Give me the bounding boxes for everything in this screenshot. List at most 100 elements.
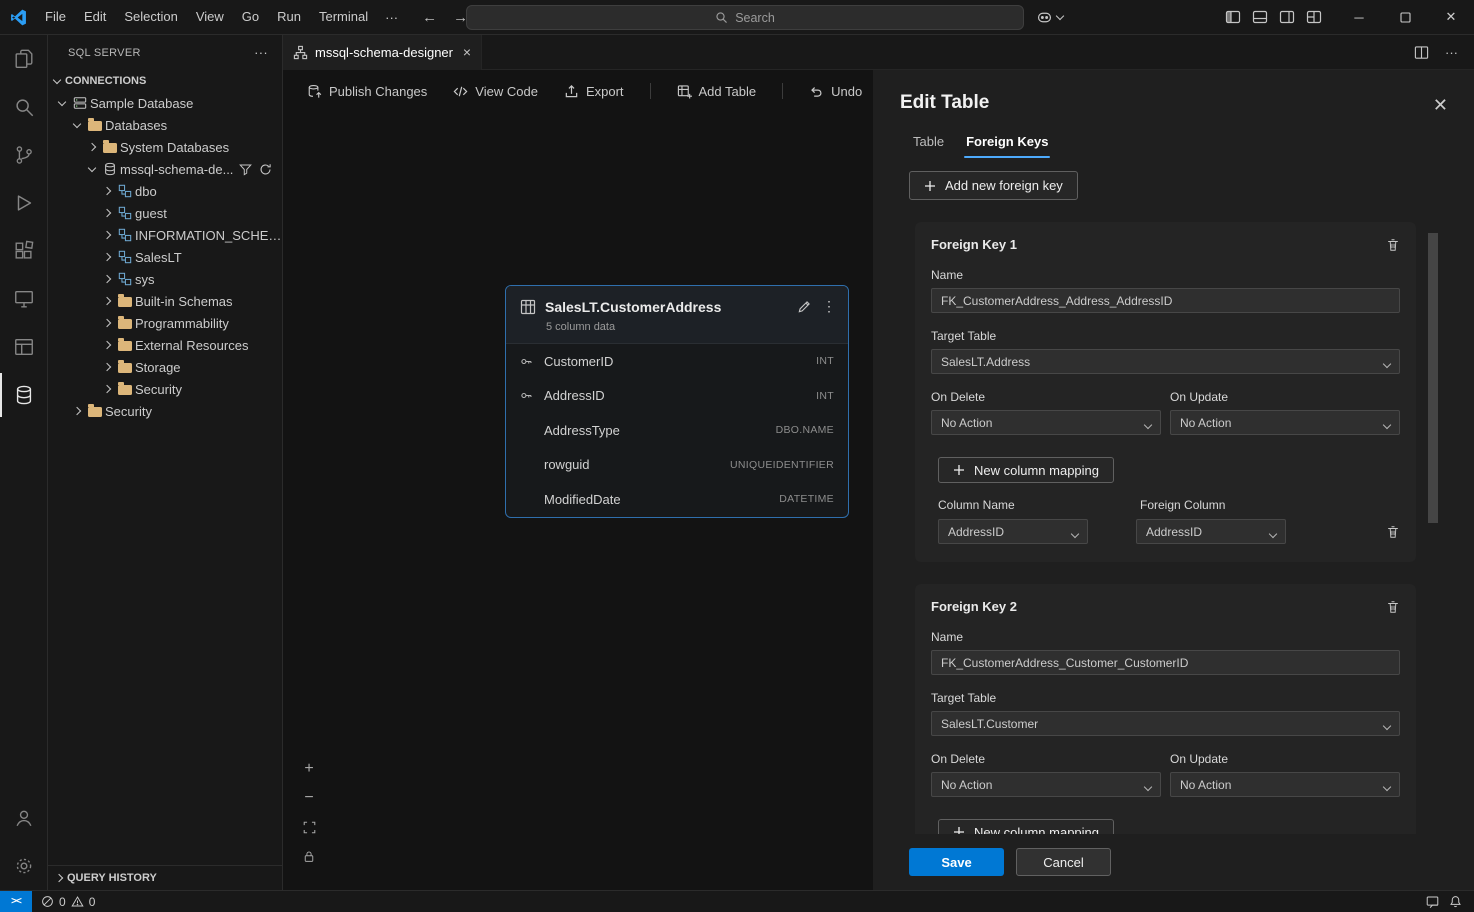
edit-pencil-icon[interactable] <box>797 299 812 314</box>
notifications-bell-icon[interactable] <box>1449 895 1462 908</box>
table-kebab-menu-icon[interactable]: ⋮ <box>822 298 836 315</box>
lock-button[interactable] <box>301 848 317 864</box>
server-icon <box>70 96 90 110</box>
tree-item-programmability[interactable]: Programmability <box>48 312 282 334</box>
toggle-secondary-sidebar-icon[interactable] <box>1279 9 1295 25</box>
editor-feedback-icon[interactable] <box>1426 895 1439 908</box>
tree-item-sample-database[interactable]: Sample Database <box>48 92 282 114</box>
foreign-key-name-input[interactable] <box>931 650 1400 675</box>
sql-projects-icon[interactable] <box>0 323 48 371</box>
search-input[interactable]: Search <box>466 5 1024 30</box>
new-column-mapping-button[interactable]: New column mapping <box>938 819 1114 834</box>
toolbar-add-table-button[interactable]: Add Table <box>677 84 757 99</box>
table-card-header[interactable]: SalesLT.CustomerAddress ⋮ 5 column data <box>506 286 848 344</box>
tree-item-built-in-schemas[interactable]: Built-in Schemas <box>48 290 282 312</box>
folder-icon <box>100 141 120 153</box>
zoom-out-button[interactable]: − <box>301 790 317 806</box>
explorer-icon[interactable] <box>0 35 48 83</box>
on-update-select[interactable]: No Action <box>1170 410 1400 435</box>
search-view-icon[interactable] <box>0 83 48 131</box>
column-row-modifieddate[interactable]: ModifiedDateDATETIME <box>506 482 848 517</box>
foreign-key-name-input[interactable] <box>931 288 1400 313</box>
add-new-foreign-key-button[interactable]: Add new foreign key <box>909 171 1078 200</box>
close-panel-icon[interactable]: ✕ <box>1433 96 1448 114</box>
target-table-select[interactable]: SalesLT.Customer <box>931 711 1400 736</box>
cancel-button[interactable]: Cancel <box>1016 848 1111 876</box>
close-tab-icon[interactable]: × <box>463 44 471 60</box>
new-column-mapping-button[interactable]: New column mapping <box>938 457 1114 483</box>
account-icon[interactable] <box>0 794 48 842</box>
menu-file[interactable]: File <box>36 4 75 30</box>
filter-icon[interactable] <box>239 163 252 176</box>
menu-edit[interactable]: Edit <box>75 4 115 30</box>
tab-mssql-schema-designer[interactable]: mssql-schema-designer × <box>283 35 482 70</box>
close-window-button[interactable]: ✕ <box>1428 0 1474 34</box>
maximize-button[interactable] <box>1382 0 1428 34</box>
column-row-customerid[interactable]: CustomerIDINT <box>506 344 848 379</box>
query-history-section-header[interactable]: QUERY HISTORY <box>48 865 282 890</box>
tree-item-system-databases[interactable]: System Databases <box>48 136 282 158</box>
toolbar-undo-button[interactable]: Undo <box>809 84 862 99</box>
on-delete-select[interactable]: No Action <box>931 410 1161 435</box>
fit-view-button[interactable] <box>301 819 317 835</box>
menubar-overflow[interactable]: ··· <box>377 10 406 25</box>
tree-item-sys[interactable]: sys <box>48 268 282 290</box>
table-card-customeraddress[interactable]: SalesLT.CustomerAddress ⋮ 5 column data … <box>505 285 849 518</box>
tree-item-security[interactable]: Security <box>48 378 282 400</box>
editor-more-actions[interactable]: ··· <box>1445 45 1458 60</box>
tree-item-guest[interactable]: guest <box>48 202 282 224</box>
on-delete-select[interactable]: No Action <box>931 772 1161 797</box>
remote-explorer-icon[interactable] <box>0 275 48 323</box>
menu-terminal[interactable]: Terminal <box>310 4 377 30</box>
tree-item-external-resources[interactable]: External Resources <box>48 334 282 356</box>
minimize-button[interactable]: ─ <box>1336 0 1382 34</box>
tree-item-dbo[interactable]: dbo <box>48 180 282 202</box>
customize-layout-icon[interactable] <box>1306 9 1322 25</box>
toolbar-export-button[interactable]: Export <box>564 84 624 99</box>
settings-gear-icon[interactable] <box>0 842 48 890</box>
panel-tab-foreign-keys[interactable]: Foreign Keys <box>955 126 1059 158</box>
panel-scrollbar[interactable] <box>1428 233 1438 523</box>
delete-mapping-icon[interactable] <box>1386 525 1400 539</box>
back-arrow-icon[interactable]: ← <box>422 9 437 26</box>
panel-tab-table[interactable]: Table <box>902 126 955 158</box>
tree-item-storage[interactable]: Storage <box>48 356 282 378</box>
source-control-icon[interactable] <box>0 131 48 179</box>
sql-server-view-icon[interactable] <box>0 371 48 419</box>
delete-foreign-key-icon[interactable] <box>1386 238 1400 252</box>
run-and-debug-icon[interactable] <box>0 179 48 227</box>
tree-item-security[interactable]: Security <box>48 400 282 422</box>
toolbar-view-code-button[interactable]: View Code <box>453 84 538 99</box>
save-button[interactable]: Save <box>909 848 1004 876</box>
tree-item-saleslt[interactable]: SalesLT <box>48 246 282 268</box>
menu-run[interactable]: Run <box>268 4 310 30</box>
column-row-rowguid[interactable]: rowguidUNIQUEIDENTIFIER <box>506 448 848 483</box>
refresh-icon[interactable] <box>259 163 272 176</box>
tree-item-information-schema[interactable]: INFORMATION_SCHEMA <box>48 224 282 246</box>
column-row-addresstype[interactable]: AddressTypeDBO.NAME <box>506 413 848 448</box>
tree-item-mssql-schema-de[interactable]: mssql-schema-de... <box>48 158 282 180</box>
problems-status[interactable]: 0 0 <box>32 895 104 909</box>
target-table-select[interactable]: SalesLT.Address <box>931 349 1400 374</box>
copilot-menu[interactable] <box>1036 5 1063 30</box>
split-editor-icon[interactable] <box>1414 45 1429 60</box>
schema-designer-canvas[interactable]: Publish Changes View Code Export Add Table U… <box>283 70 873 890</box>
tree-item-databases[interactable]: Databases <box>48 114 282 136</box>
foreign-column-select[interactable]: AddressID <box>1136 519 1286 544</box>
toolbar-publish-button[interactable]: Publish Changes <box>307 84 427 99</box>
on-update-select[interactable]: No Action <box>1170 772 1400 797</box>
remote-indicator[interactable]: >< <box>0 891 32 912</box>
menu-selection[interactable]: Selection <box>115 4 186 30</box>
toggle-panel-icon[interactable] <box>1252 9 1268 25</box>
zoom-in-button[interactable]: + <box>301 761 317 777</box>
extensions-icon[interactable] <box>0 227 48 275</box>
column-name-select[interactable]: AddressID <box>938 519 1088 544</box>
menu-go[interactable]: Go <box>233 4 268 30</box>
sidebar-more-actions[interactable]: ··· <box>254 45 268 60</box>
tree-item-label: INFORMATION_SCHEMA <box>135 228 282 243</box>
delete-foreign-key-icon[interactable] <box>1386 600 1400 614</box>
column-row-addressid[interactable]: AddressIDINT <box>506 379 848 414</box>
menu-view[interactable]: View <box>187 4 233 30</box>
connections-section-header[interactable]: CONNECTIONS <box>48 70 282 92</box>
toggle-primary-sidebar-icon[interactable] <box>1225 9 1241 25</box>
